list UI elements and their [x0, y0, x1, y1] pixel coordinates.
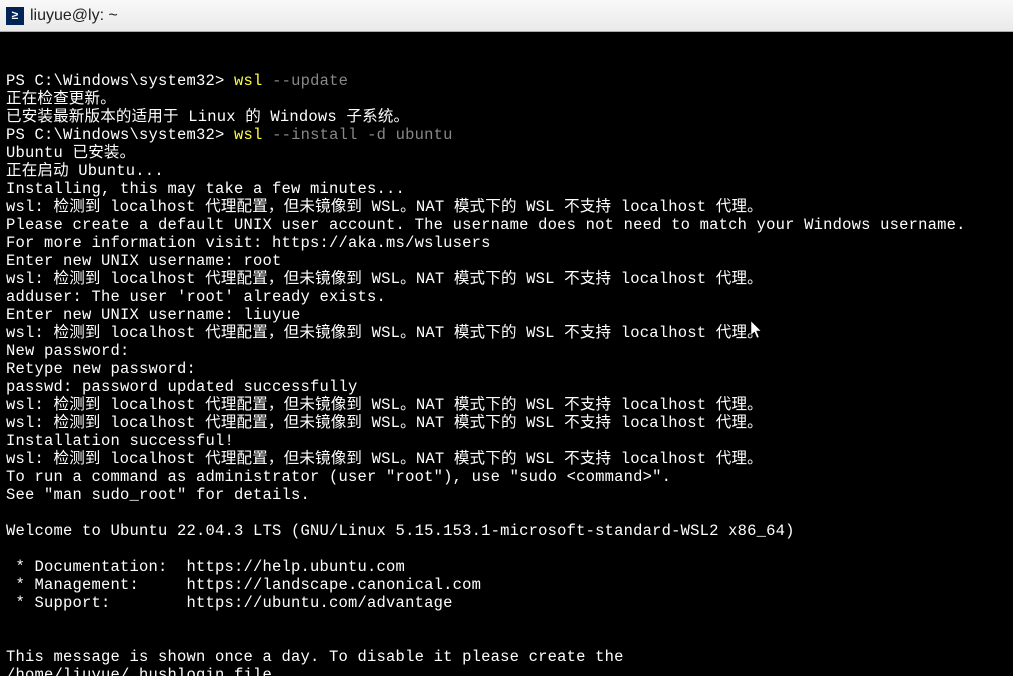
terminal-line: PS C:\Windows\system32> wsl --update: [6, 72, 1007, 90]
terminal-text: See "man sudo_root" for details.: [6, 486, 310, 504]
terminal-line: Enter new UNIX username: liuyue: [6, 306, 1007, 324]
terminal-line: Welcome to Ubuntu 22.04.3 LTS (GNU/Linux…: [6, 522, 1007, 540]
terminal-text: wsl: 检测到 localhost 代理配置，但未镜像到 WSL。NAT 模式…: [6, 450, 763, 468]
terminal-line: [6, 612, 1007, 630]
terminal-line: * Documentation: https://help.ubuntu.com: [6, 558, 1007, 576]
terminal-text: To run a command as administrator (user …: [6, 468, 671, 486]
terminal-text: wsl: 检测到 localhost 代理配置，但未镜像到 WSL。NAT 模式…: [6, 396, 763, 414]
terminal-line: New password:: [6, 342, 1007, 360]
terminal-content[interactable]: PS C:\Windows\system32> wsl --update正在检查…: [0, 32, 1013, 676]
terminal-text: adduser: The user 'root' already exists.: [6, 288, 386, 306]
terminal-text: [6, 504, 16, 522]
terminal-text: wsl: 检测到 localhost 代理配置，但未镜像到 WSL。NAT 模式…: [6, 270, 763, 288]
terminal-text: --install -d ubuntu: [272, 126, 453, 144]
terminal-line: * Support: https://ubuntu.com/advantage: [6, 594, 1007, 612]
terminal-line: PS C:\Windows\system32> wsl --install -d…: [6, 126, 1007, 144]
terminal-line: [6, 504, 1007, 522]
terminal-text: passwd: password updated successfully: [6, 378, 358, 396]
terminal-text: PS C:\Windows\system32>: [6, 72, 234, 90]
terminal-text: Retype new password:: [6, 360, 196, 378]
terminal-text: 正在启动 Ubuntu...: [6, 162, 164, 180]
terminal-line: wsl: 检测到 localhost 代理配置，但未镜像到 WSL。NAT 模式…: [6, 414, 1007, 432]
terminal-text: Installing, this may take a few minutes.…: [6, 180, 405, 198]
powershell-icon: ≥: [6, 7, 24, 25]
terminal-line: [6, 540, 1007, 558]
terminal-line: See "man sudo_root" for details.: [6, 486, 1007, 504]
terminal-text: This message is shown once a day. To dis…: [6, 648, 624, 666]
terminal-line: /home/liuyue/.hushlogin file.: [6, 666, 1007, 676]
terminal-text: wsl: 检测到 localhost 代理配置，但未镜像到 WSL。NAT 模式…: [6, 414, 763, 432]
terminal-text: * Management: https://landscape.canonica…: [6, 576, 481, 594]
terminal-line: Please create a default UNIX user accoun…: [6, 216, 1007, 234]
terminal-line: Retype new password:: [6, 360, 1007, 378]
terminal-line: [6, 630, 1007, 648]
window-titlebar: ≥ liuyue@ly: ~: [0, 0, 1013, 32]
terminal-text: PS C:\Windows\system32>: [6, 126, 234, 144]
terminal-line: wsl: 检测到 localhost 代理配置，但未镜像到 WSL。NAT 模式…: [6, 198, 1007, 216]
terminal-text: wsl: 检测到 localhost 代理配置，但未镜像到 WSL。NAT 模式…: [6, 324, 763, 342]
terminal-text: --update: [272, 72, 348, 90]
terminal-line: * Management: https://landscape.canonica…: [6, 576, 1007, 594]
terminal-line: 正在启动 Ubuntu...: [6, 162, 1007, 180]
terminal-line: 已安装最新版本的适用于 Linux 的 Windows 子系统。: [6, 108, 1007, 126]
terminal-text: wsl: [234, 126, 272, 144]
terminal-line: adduser: The user 'root' already exists.: [6, 288, 1007, 306]
terminal-text: Welcome to Ubuntu 22.04.3 LTS (GNU/Linux…: [6, 522, 795, 540]
terminal-text: New password:: [6, 342, 130, 360]
terminal-line: wsl: 检测到 localhost 代理配置，但未镜像到 WSL。NAT 模式…: [6, 270, 1007, 288]
terminal-text: * Support: https://ubuntu.com/advantage: [6, 594, 453, 612]
terminal-text: [6, 630, 16, 648]
window-title: liuyue@ly: ~: [30, 7, 118, 25]
terminal-text: 已安装最新版本的适用于 Linux 的 Windows 子系统。: [6, 108, 409, 126]
terminal-line: wsl: 检测到 localhost 代理配置，但未镜像到 WSL。NAT 模式…: [6, 396, 1007, 414]
terminal-text: 正在检查更新。: [6, 90, 116, 108]
terminal-line: Enter new UNIX username: root: [6, 252, 1007, 270]
terminal-text: Installation successful!: [6, 432, 234, 450]
terminal-text: [6, 612, 16, 630]
terminal-line: passwd: password updated successfully: [6, 378, 1007, 396]
terminal-line: Installing, this may take a few minutes.…: [6, 180, 1007, 198]
terminal-text: * Documentation: https://help.ubuntu.com: [6, 558, 405, 576]
terminal-line: For more information visit: https://aka.…: [6, 234, 1007, 252]
terminal-line: Ubuntu 已安装。: [6, 144, 1007, 162]
terminal-text: Enter new UNIX username: liuyue: [6, 306, 301, 324]
terminal-text: wsl: 检测到 localhost 代理配置，但未镜像到 WSL。NAT 模式…: [6, 198, 763, 216]
terminal-text: wsl: [234, 72, 272, 90]
terminal-line: wsl: 检测到 localhost 代理配置，但未镜像到 WSL。NAT 模式…: [6, 450, 1007, 468]
icon-glyph: ≥: [11, 9, 18, 23]
terminal-text: For more information visit: https://aka.…: [6, 234, 491, 252]
terminal-line: To run a command as administrator (user …: [6, 468, 1007, 486]
terminal-line: 正在检查更新。: [6, 90, 1007, 108]
terminal-line: This message is shown once a day. To dis…: [6, 648, 1007, 666]
terminal-text: Enter new UNIX username: root: [6, 252, 282, 270]
terminal-text: Please create a default UNIX user accoun…: [6, 216, 966, 234]
terminal-text: [6, 540, 16, 558]
terminal-text: /home/liuyue/.hushlogin file.: [6, 666, 282, 676]
terminal-text: Ubuntu 已安装。: [6, 144, 135, 162]
terminal-line: wsl: 检测到 localhost 代理配置，但未镜像到 WSL。NAT 模式…: [6, 324, 1007, 342]
terminal-line: Installation successful!: [6, 432, 1007, 450]
